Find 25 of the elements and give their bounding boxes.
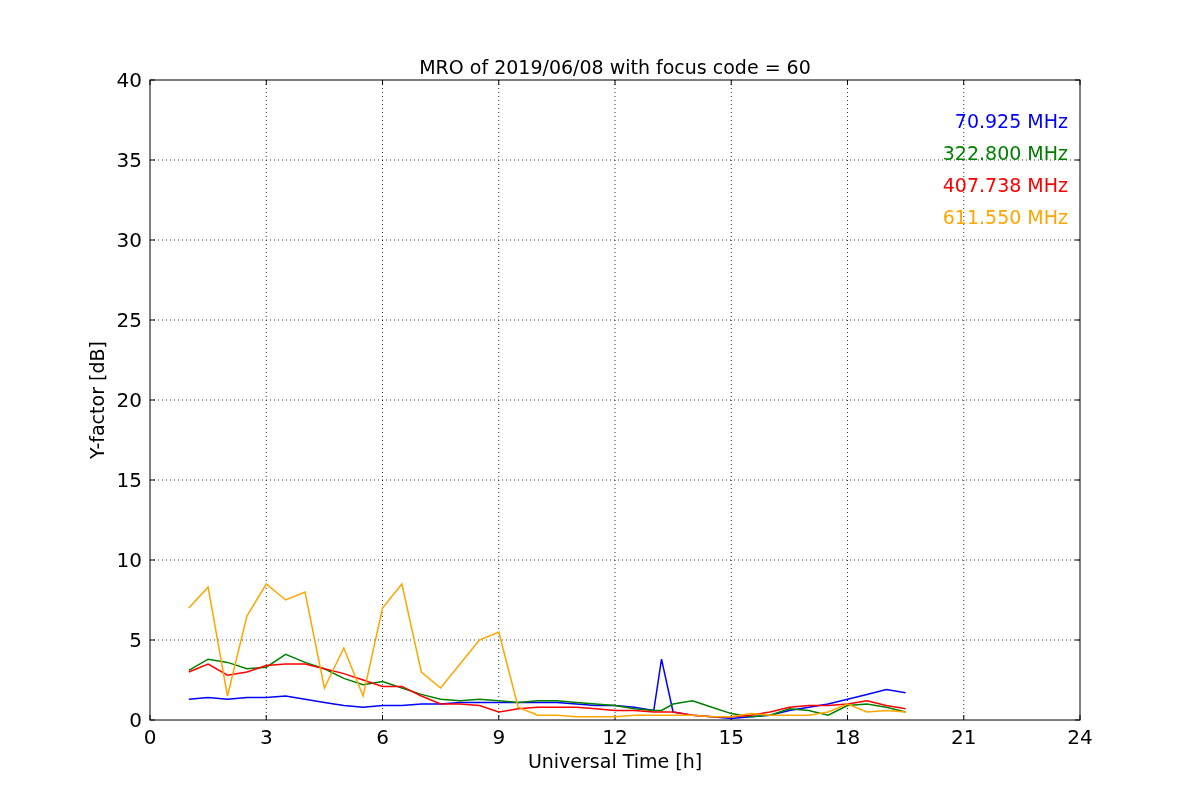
x-tick-label: 24 — [1067, 725, 1093, 749]
x-tick-label: 12 — [602, 725, 628, 749]
x-tick-label: 21 — [951, 725, 977, 749]
y-axis-label: Y-factor [dB] — [86, 341, 108, 459]
chart-title: MRO of 2019/06/08 with focus code = 60 — [419, 56, 811, 78]
legend-label: 70.925 MHz — [954, 110, 1068, 132]
y-tick-label: 30 — [116, 228, 142, 252]
x-axis-label: Universal Time [h] — [527, 750, 703, 772]
y-tick-label: 0 — [129, 708, 142, 732]
y-tick-label: 20 — [116, 388, 142, 412]
legend-label: 611.550 MHz — [942, 206, 1068, 228]
x-tick-label: 0 — [143, 725, 157, 749]
y-tick-label: 15 — [116, 468, 142, 492]
y-tick-label: 40 — [116, 68, 142, 92]
y-tick-label: 5 — [129, 628, 142, 652]
legend-label: 407.738 MHz — [942, 174, 1068, 196]
x-tick-label: 9 — [492, 725, 506, 749]
x-tick-label: 6 — [376, 725, 389, 749]
legend-label: 322.800 MHz — [942, 142, 1068, 164]
x-tick-label: 18 — [834, 725, 861, 749]
y-tick-label: 35 — [116, 148, 142, 172]
x-tick-label: 3 — [259, 725, 273, 749]
x-tick-label: 15 — [718, 725, 744, 749]
y-tick-label: 25 — [116, 308, 142, 332]
y-tick-label: 10 — [116, 548, 142, 572]
